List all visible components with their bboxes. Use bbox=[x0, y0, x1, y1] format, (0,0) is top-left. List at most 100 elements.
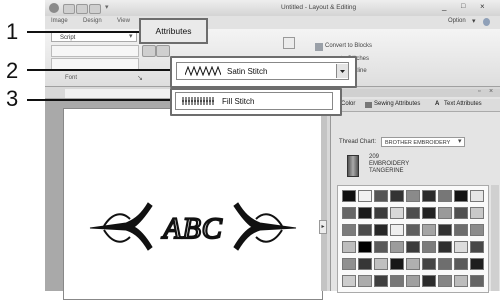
thread-color-swatch[interactable] bbox=[406, 275, 420, 287]
thread-color-swatch[interactable] bbox=[438, 190, 452, 202]
workspace-scrollbar[interactable] bbox=[321, 98, 327, 291]
thread-color-swatch[interactable] bbox=[422, 258, 436, 270]
thread-color-swatch[interactable] bbox=[342, 207, 356, 219]
qat-dropdown-icon[interactable]: ▾ bbox=[105, 3, 109, 11]
thread-color-swatch[interactable] bbox=[342, 190, 356, 202]
tab-image[interactable]: Image bbox=[51, 18, 68, 24]
embroidery-design[interactable]: ABC bbox=[64, 109, 322, 299]
thread-color-swatch[interactable] bbox=[406, 241, 420, 253]
thread-color-swatch[interactable] bbox=[358, 207, 372, 219]
undo-icon[interactable] bbox=[76, 4, 88, 14]
tab-text-attributes[interactable]: Text Attributes bbox=[444, 101, 482, 107]
thread-color-swatch[interactable] bbox=[438, 275, 452, 287]
stitch-type-dropdown[interactable]: Satin Stitch bbox=[170, 56, 357, 88]
thread-color-swatch[interactable] bbox=[454, 275, 468, 287]
thread-brand: EMBROIDERY bbox=[369, 161, 410, 167]
thread-color-swatch[interactable] bbox=[438, 207, 452, 219]
thread-color-swatch[interactable] bbox=[438, 241, 452, 253]
convert-to-blocks-button[interactable]: Convert to Blocks bbox=[325, 43, 372, 49]
option-dropdown-icon[interactable]: ▾ bbox=[472, 17, 476, 25]
monogram-text: ABC bbox=[161, 212, 223, 245]
thread-color-swatch[interactable] bbox=[422, 224, 436, 236]
text-tool-icon[interactable] bbox=[142, 45, 156, 57]
thread-color-swatch[interactable] bbox=[470, 190, 484, 202]
thread-color-swatch[interactable] bbox=[342, 241, 356, 253]
panel-close-icon[interactable]: × bbox=[489, 88, 493, 95]
thread-color-swatch[interactable] bbox=[390, 241, 404, 253]
help-icon[interactable] bbox=[483, 18, 490, 26]
convert-icon[interactable] bbox=[283, 37, 295, 49]
thread-color-swatch[interactable] bbox=[390, 207, 404, 219]
tab-view[interactable]: View bbox=[117, 18, 130, 24]
font-dialog-launcher-icon[interactable]: ↘ bbox=[137, 74, 143, 82]
tab-design[interactable]: Design bbox=[83, 18, 102, 24]
minimize-button[interactable]: _ bbox=[442, 2, 446, 11]
thread-color-swatch[interactable] bbox=[342, 224, 356, 236]
thread-color-swatch[interactable] bbox=[454, 190, 468, 202]
thread-color-swatch[interactable] bbox=[358, 241, 372, 253]
thread-color-swatch[interactable] bbox=[406, 207, 420, 219]
thread-color-swatch[interactable] bbox=[470, 241, 484, 253]
app-logo-icon[interactable] bbox=[49, 3, 59, 13]
redo-icon[interactable] bbox=[89, 4, 101, 14]
thread-color-swatch[interactable] bbox=[358, 190, 372, 202]
thread-color-swatch[interactable] bbox=[374, 275, 388, 287]
thread-color-swatch[interactable] bbox=[422, 241, 436, 253]
thread-color-swatch[interactable] bbox=[390, 275, 404, 287]
thread-color-swatch[interactable] bbox=[454, 207, 468, 219]
thread-chart-dropdown-icon[interactable]: ▾ bbox=[458, 137, 462, 145]
thread-color-swatch[interactable] bbox=[470, 224, 484, 236]
thread-color-swatch[interactable] bbox=[374, 190, 388, 202]
stitch-dropdown-arrow-icon[interactable] bbox=[336, 64, 348, 78]
option-menu[interactable]: Option bbox=[448, 18, 466, 24]
font-select[interactable]: Script bbox=[51, 32, 137, 42]
thread-color-swatch[interactable] bbox=[422, 207, 436, 219]
thread-color-swatch[interactable] bbox=[374, 224, 388, 236]
thread-color-swatch[interactable] bbox=[390, 224, 404, 236]
thread-color-swatch[interactable] bbox=[358, 258, 372, 270]
thread-color-swatch[interactable] bbox=[454, 224, 468, 236]
thread-color-swatch[interactable] bbox=[406, 224, 420, 236]
fill-stitch-option-highlight[interactable]: Fill Stitch bbox=[170, 88, 342, 116]
callout-line-2 bbox=[27, 69, 172, 71]
font-dropdown-icon[interactable]: ▾ bbox=[129, 32, 133, 40]
tab-attributes[interactable]: Attributes bbox=[139, 18, 208, 44]
stitch-type-selected[interactable]: Satin Stitch bbox=[176, 62, 349, 80]
thread-color-swatch[interactable] bbox=[470, 207, 484, 219]
thread-color-swatch[interactable] bbox=[454, 258, 468, 270]
font-size-field[interactable] bbox=[51, 45, 139, 57]
close-button[interactable]: × bbox=[480, 2, 485, 11]
title-bar: ▾ Untitled - Layout & Editing _ □ × bbox=[45, 0, 500, 17]
design-page[interactable]: ABC bbox=[63, 108, 323, 300]
tab-color[interactable]: Color bbox=[341, 101, 355, 107]
thread-color-swatch[interactable] bbox=[342, 258, 356, 270]
thread-color-swatch[interactable] bbox=[422, 275, 436, 287]
thread-chart-select[interactable]: BROTHER EMBROIDERY bbox=[381, 137, 465, 147]
thread-color-swatch[interactable] bbox=[438, 224, 452, 236]
maximize-button[interactable]: □ bbox=[461, 3, 465, 10]
thread-color-swatch[interactable] bbox=[358, 275, 372, 287]
thread-color-swatch[interactable] bbox=[374, 258, 388, 270]
save-icon[interactable] bbox=[63, 4, 75, 14]
thread-color-swatch[interactable] bbox=[390, 190, 404, 202]
thread-color-swatch[interactable] bbox=[438, 258, 452, 270]
text-tool-icon-2[interactable] bbox=[156, 45, 170, 57]
thread-color-swatch[interactable] bbox=[406, 258, 420, 270]
thread-color-swatch[interactable] bbox=[342, 275, 356, 287]
thread-color-swatch[interactable] bbox=[390, 258, 404, 270]
thread-color-swatch[interactable] bbox=[374, 241, 388, 253]
satin-stitch-icon bbox=[185, 66, 221, 76]
collapse-panel-icon[interactable]: ▸ bbox=[319, 220, 327, 234]
thread-color-swatch[interactable] bbox=[358, 224, 372, 236]
thread-color-swatch[interactable] bbox=[406, 190, 420, 202]
tab-sewing-attributes[interactable]: Sewing Attributes bbox=[374, 101, 420, 107]
thread-color-swatch[interactable] bbox=[374, 207, 388, 219]
palette-scrollbar[interactable] bbox=[491, 185, 499, 291]
panel-pin-icon[interactable]: ▫ bbox=[478, 88, 480, 95]
fill-stitch-label: Fill Stitch bbox=[222, 96, 255, 106]
thread-color-swatch[interactable] bbox=[470, 258, 484, 270]
thread-color-swatch[interactable] bbox=[454, 241, 468, 253]
thread-color-swatch[interactable] bbox=[422, 190, 436, 202]
thread-color-swatch[interactable] bbox=[470, 275, 484, 287]
fill-stitch-option[interactable]: Fill Stitch bbox=[175, 92, 333, 110]
